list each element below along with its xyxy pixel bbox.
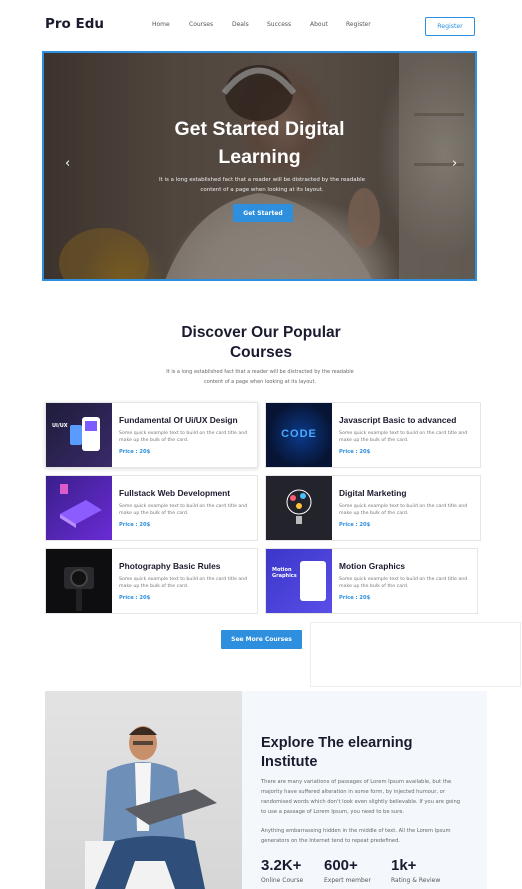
course-card[interactable]: UI/UX Fundamental Of Ui/UX Design Some q… — [45, 402, 258, 468]
thumb-label: Motion Graphics — [272, 567, 297, 579]
student-photo — [45, 691, 242, 889]
stat-expert-member: 600+ Expert member — [324, 857, 371, 884]
course-price: Price : 20$ — [119, 449, 151, 455]
course-title[interactable]: Motion Graphics — [339, 561, 405, 571]
site-logo[interactable]: Pro Edu — [45, 16, 104, 32]
course-price: Price : 20$ — [119, 522, 151, 528]
course-card[interactable]: Fullstack Web Development Some quick exa… — [45, 475, 258, 541]
stat-value: 600+ — [324, 857, 358, 874]
course-description: Some quick example text to build on the … — [339, 577, 468, 589]
about-title-line1: Explore The elearning — [261, 735, 413, 751]
course-title[interactable]: Fundamental Of Ui/UX Design — [119, 415, 238, 425]
course-price: Price : 20$ — [119, 595, 151, 601]
stat-value: 3.2K+ — [261, 857, 302, 874]
course-description: Some quick example text to build on the … — [119, 577, 248, 589]
hero-text: It is a long established fact that a rea… — [152, 175, 372, 195]
stat-label: Online Course — [261, 877, 304, 884]
course-title[interactable]: Javascript Basic to advanced — [339, 415, 456, 425]
course-card[interactable]: Digital Marketing Some quick example tex… — [265, 475, 481, 541]
course-description: Some quick example text to build on the … — [119, 504, 248, 516]
nav-item-about[interactable]: About — [310, 21, 328, 28]
see-more-courses-button[interactable]: See More Courses — [221, 630, 302, 649]
about-section: Explore The elearning Institute There ar… — [45, 691, 487, 889]
course-title[interactable]: Fullstack Web Development — [119, 488, 230, 498]
nav-item-courses[interactable]: Courses — [189, 21, 213, 28]
get-started-button[interactable]: Get Started — [233, 204, 293, 222]
nav-item-success[interactable]: Success — [267, 21, 291, 28]
thumb-label: UI/UX — [52, 423, 68, 429]
course-price: Price : 20$ — [339, 449, 371, 455]
courses-subtitle-line1: It is a long established fact that a rea… — [166, 369, 354, 375]
courses-heading: Discover Our Popular Courses — [0, 323, 522, 363]
nav-item-register[interactable]: Register — [346, 21, 371, 28]
course-price: Price : 20$ — [339, 522, 371, 528]
course-price: Price : 20$ — [339, 595, 371, 601]
thumb-label: CODE — [281, 428, 317, 440]
hero-carousel: ‹ › Get Started Digital Learning It is a… — [42, 51, 477, 281]
course-thumbnail — [46, 549, 112, 613]
course-thumbnail — [46, 476, 112, 540]
stat-value: 1k+ — [391, 857, 417, 874]
courses-subtitle: It is a long established fact that a rea… — [160, 367, 360, 387]
hero-title-line1: Get Started Digital — [174, 118, 345, 140]
register-button[interactable]: Register — [425, 17, 475, 36]
about-title: Explore The elearning Institute — [261, 734, 461, 772]
course-description: Some quick example text to build on the … — [339, 504, 468, 516]
course-title[interactable]: Digital Marketing — [339, 488, 406, 498]
stat-label: Rating & Review — [391, 877, 441, 884]
top-navbar: Pro Edu Home Courses Deals Success About… — [0, 0, 522, 52]
about-title-line2: Institute — [261, 754, 318, 770]
idea-bulb-illustration — [286, 489, 312, 524]
about-paragraph: There are many variations of passages of… — [261, 779, 461, 815]
course-card[interactable]: CODE Javascript Basic to advanced Some q… — [265, 402, 481, 468]
student-laptop-illustration — [85, 726, 217, 889]
course-thumbnail: CODE — [266, 403, 332, 467]
nav-item-home[interactable]: Home — [152, 21, 170, 28]
courses-heading-line1: Discover Our Popular — [181, 324, 341, 341]
hero-title-line2: Learning — [218, 146, 301, 168]
courses-heading-line2: Courses — [229, 344, 293, 361]
empty-popup-panel — [310, 622, 521, 687]
course-description: Some quick example text to build on the … — [339, 431, 468, 443]
stat-label: Expert member — [324, 877, 371, 884]
stat-rating-review: 1k+ Rating & Review — [391, 857, 440, 884]
hero-text-line2: content of a page when looking at its la… — [200, 187, 324, 193]
course-thumbnail: Motion Graphics — [266, 549, 332, 613]
course-thumbnail — [266, 476, 332, 540]
nav-item-deals[interactable]: Deals — [232, 21, 249, 28]
course-card[interactable]: Photography Basic Rules Some quick examp… — [45, 548, 258, 614]
stat-online-course: 3.2K+ Online Course — [261, 857, 303, 884]
camera-illustration — [64, 567, 94, 611]
course-thumbnail: UI/UX — [46, 403, 112, 467]
course-card[interactable]: Motion Graphics Motion Graphics Some qui… — [265, 548, 478, 614]
about-paragraph-secondary: Anything embarrassing hidden in the midd… — [261, 828, 451, 844]
hero-text-line1: It is a long established fact that a rea… — [158, 177, 366, 183]
hero-title: Get Started Digital Learning — [44, 115, 475, 171]
course-title[interactable]: Photography Basic Rules — [119, 561, 220, 571]
courses-subtitle-line2: content of a page when looking at its la… — [203, 379, 317, 385]
laptop-illustration — [60, 484, 102, 528]
course-description: Some quick example text to build on the … — [119, 431, 248, 443]
